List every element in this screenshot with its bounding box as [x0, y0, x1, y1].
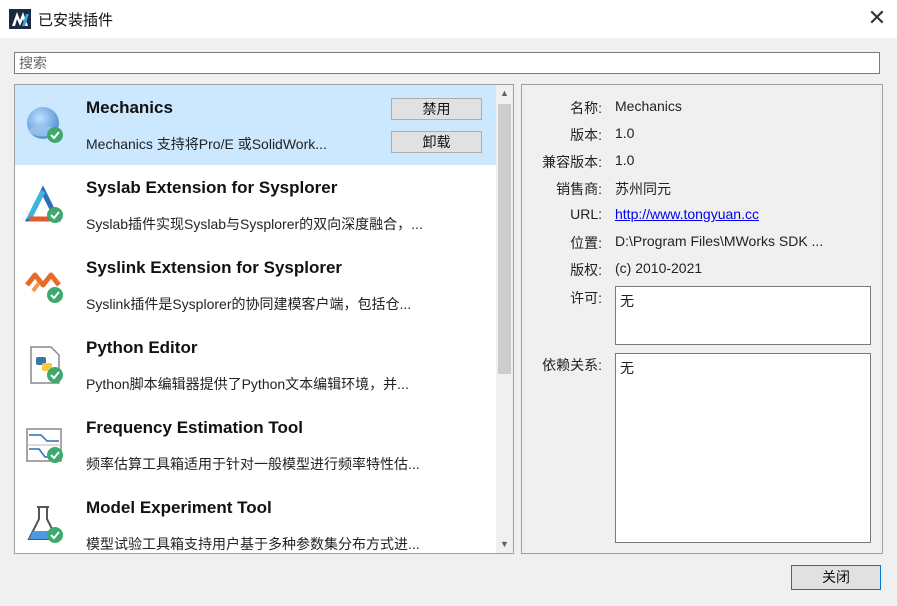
close-button[interactable]: 关闭 [791, 565, 881, 590]
plugin-item-mechanics[interactable]: Mechanics Mechanics 支持将Pro/E 或SolidWork.… [15, 85, 496, 165]
plugin-description: 模型试验工具箱支持用户基于多种参数集分布方式进... [86, 536, 420, 552]
close-icon[interactable]: ✕ [865, 6, 889, 32]
copyright-value: (c) 2010-2021 [615, 260, 703, 276]
vendor-value: 苏州同元 [615, 181, 671, 197]
license-label: 许可: [570, 290, 602, 306]
plugin-item-model-experiment[interactable]: Model Experiment Tool 模型试验工具箱支持用户基于多种参数集… [15, 485, 496, 553]
window-title: 已安装插件 [38, 12, 114, 29]
dependencies-textbox[interactable]: 无 [615, 353, 871, 543]
syslab-icon [24, 185, 63, 223]
scroll-thumb[interactable] [498, 104, 511, 374]
vendor-label: 销售商: [556, 181, 602, 197]
plugin-description: Syslink插件是Sysplorer的协同建模客户端，包括仓... [86, 296, 412, 312]
plugin-item-python[interactable]: Python Editor Python脚本编辑器提供了Python文本编辑环境… [15, 325, 496, 405]
search-input[interactable] [14, 52, 880, 74]
title-bar: 已安装插件 ✕ [0, 0, 897, 38]
scroll-up-arrow-icon[interactable]: ▲ [496, 85, 513, 102]
plugin-description: Syslab插件实现Syslab与Sysplorer的双向深度融合，... [86, 216, 423, 232]
disable-button[interactable]: 禁用 [391, 98, 482, 120]
copyright-label: 版权: [570, 262, 602, 278]
plugin-item-syslink[interactable]: Syslink Extension for Sysplorer Syslink插… [15, 245, 496, 325]
plugin-list[interactable]: Mechanics Mechanics 支持将Pro/E 或SolidWork.… [14, 84, 514, 554]
plugin-description: Mechanics 支持将Pro/E 或SolidWork... [86, 136, 327, 152]
plugin-description: Python脚本编辑器提供了Python文本编辑环境，并... [86, 376, 409, 392]
frequency-chart-icon [26, 428, 63, 463]
plugin-item-syslab[interactable]: Syslab Extension for Sysplorer Syslab插件实… [15, 165, 496, 245]
location-value: D:\Program Files\MWorks SDK ... [615, 233, 824, 249]
flask-icon [27, 506, 63, 543]
url-link[interactable]: http://www.tongyuan.cc [615, 206, 759, 222]
plugin-item-frequency[interactable]: Frequency Estimation Tool 频率估算工具箱适用于针对一般… [15, 405, 496, 485]
python-icon [30, 346, 63, 384]
plugin-name: Model Experiment Tool [86, 498, 272, 517]
compat-version-value: 1.0 [615, 152, 635, 168]
plugin-name: Python Editor [86, 338, 198, 357]
plugin-name: Frequency Estimation Tool [86, 418, 303, 437]
dependencies-label: 依赖关系: [542, 357, 602, 373]
plugin-name: Syslink Extension for Sysplorer [86, 258, 343, 277]
url-label: URL: [570, 206, 602, 222]
plugin-description: 频率估算工具箱适用于针对一般模型进行频率特性估... [86, 456, 420, 472]
plugin-details-panel: 名称: Mechanics 版本: 1.0 兼容版本: 1.0 销售商: 苏州同… [521, 84, 883, 554]
name-label: 名称: [570, 100, 602, 116]
mechanics-icon [27, 107, 63, 143]
plugin-name: Mechanics [86, 98, 173, 117]
plugin-name: Syslab Extension for Sysplorer [86, 178, 338, 197]
syslink-icon [25, 272, 63, 303]
version-value: 1.0 [615, 125, 635, 141]
scroll-down-arrow-icon[interactable]: ▼ [496, 536, 513, 553]
location-label: 位置: [570, 235, 602, 251]
name-value: Mechanics [615, 98, 682, 114]
version-label: 版本: [570, 127, 602, 143]
uninstall-button[interactable]: 卸载 [391, 131, 482, 153]
license-textbox[interactable]: 无 [615, 286, 871, 345]
mworks-logo-icon [9, 9, 31, 29]
vertical-scrollbar[interactable]: ▲ ▼ [496, 85, 513, 553]
compat-version-label: 兼容版本: [542, 154, 602, 170]
